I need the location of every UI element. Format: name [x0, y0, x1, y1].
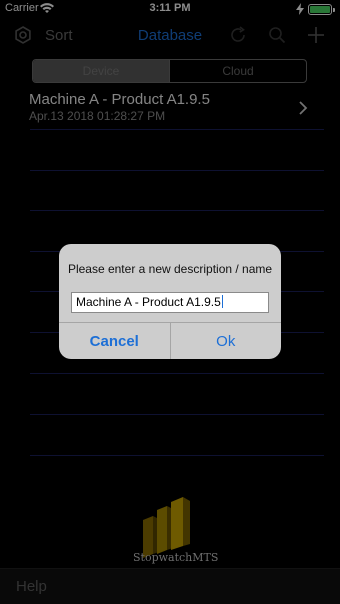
ok-button[interactable]: Ok — [169, 323, 282, 359]
rename-dialog: Please enter a new description / name Ma… — [59, 244, 281, 359]
description-input-value: Machine A - Product A1.9.5 — [76, 295, 221, 309]
text-caret — [221, 295, 223, 308]
cancel-button[interactable]: Cancel — [59, 323, 170, 359]
description-input[interactable]: Machine A - Product A1.9.5 — [71, 292, 269, 313]
dialog-message: Please enter a new description / name — [67, 262, 273, 276]
dialog-buttons: Cancel Ok — [59, 322, 281, 359]
